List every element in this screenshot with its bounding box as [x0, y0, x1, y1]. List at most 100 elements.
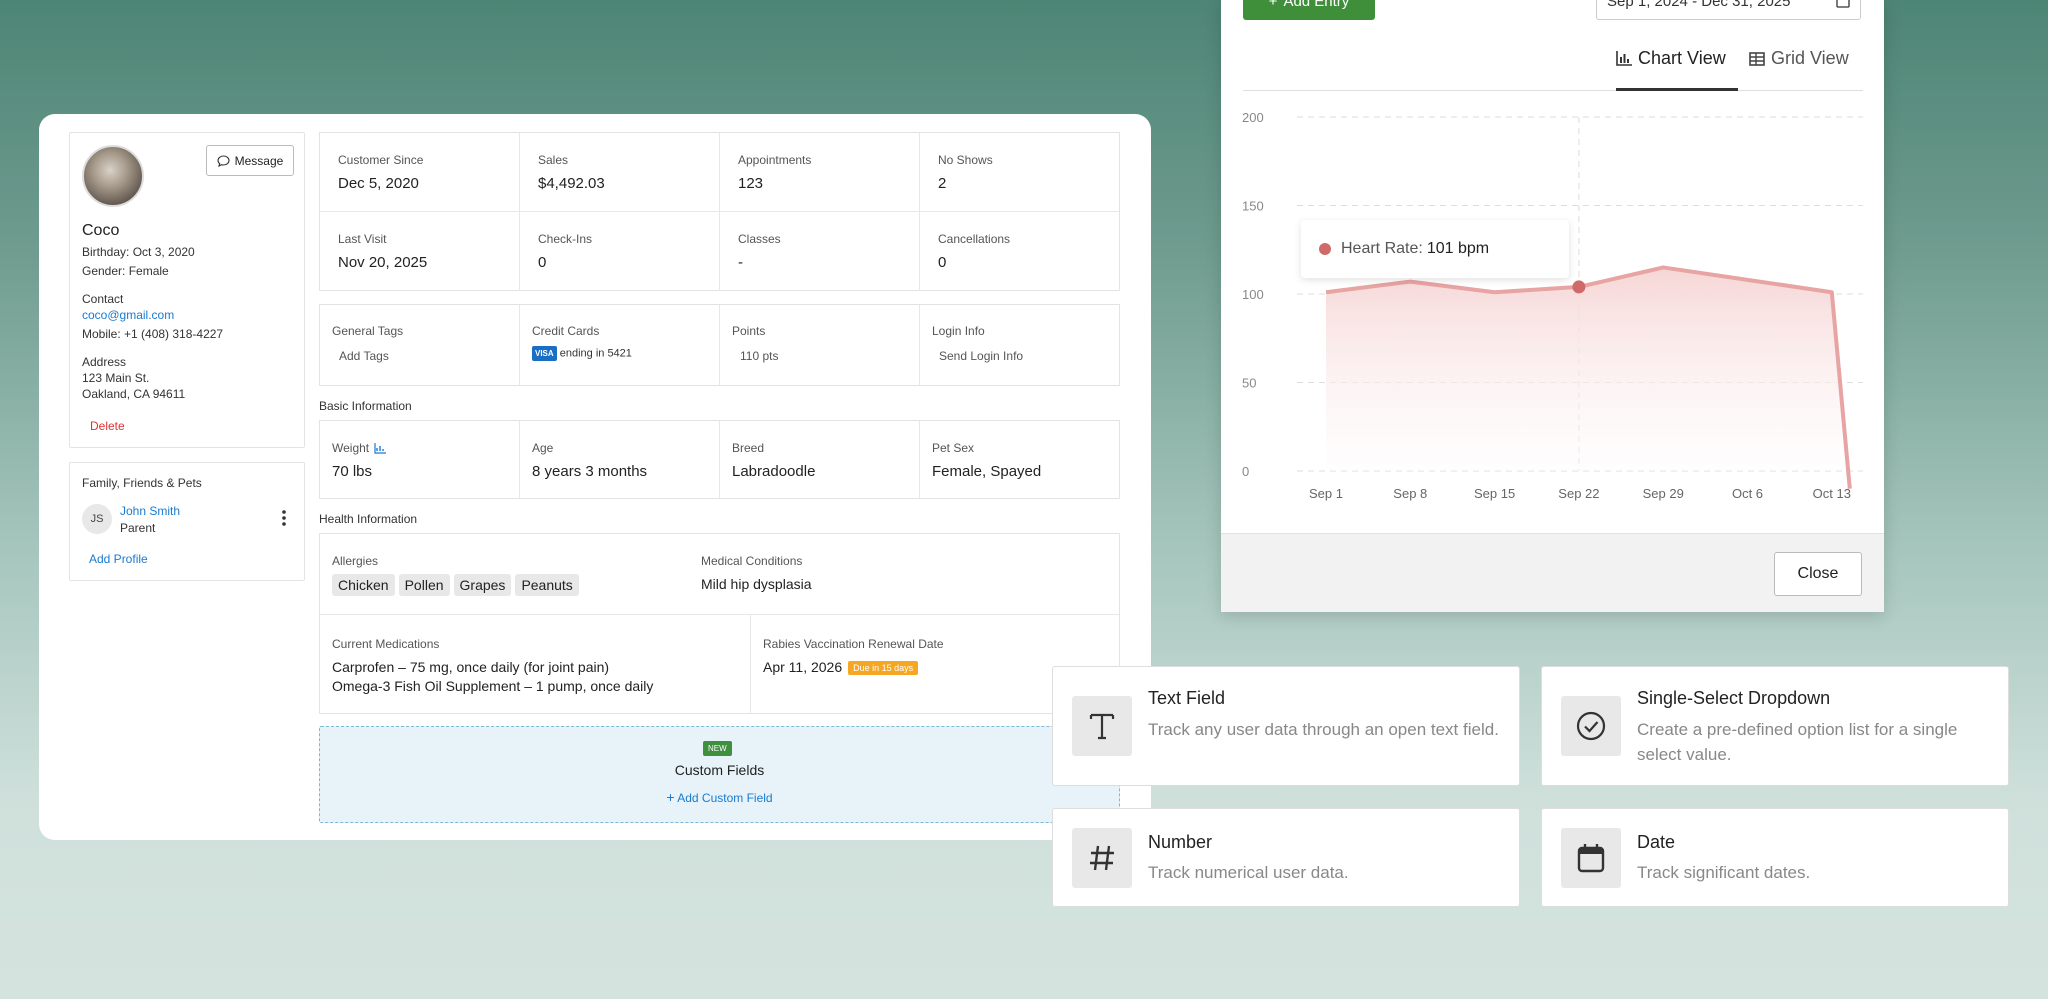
health-info-grid: Allergies Chicken Pollen Grapes Peanuts Med… [319, 533, 1120, 714]
field-type-date[interactable]: Date Track significant dates. [1541, 808, 2009, 907]
member-initials-avatar: JS [82, 504, 112, 534]
stat-label: Cancellations [938, 232, 1011, 246]
check-circle-icon [1561, 696, 1621, 756]
x-tick-label: Oct 6 [1732, 486, 1763, 501]
stat-last-visit: Last Visit Nov 20, 2025 [320, 212, 520, 291]
send-login-link[interactable]: Send Login Info [939, 349, 1023, 363]
points-label: Points [732, 324, 766, 338]
login-info-label: Login Info [932, 324, 985, 338]
custom-fields-box: NEW Custom Fields + Add Custom Field [319, 726, 1120, 823]
pet-sex-cell: Pet Sex Female, Spayed [920, 421, 1119, 498]
field-type-title: Number [1148, 832, 1213, 852]
contact-heading: Contact [82, 292, 124, 306]
field-type-number[interactable]: Number Track numerical user data. [1052, 808, 1520, 907]
field-type-desc: Track significant dates. [1637, 863, 1811, 882]
stat-customer-since: Customer Since Dec 5, 2020 [320, 133, 520, 212]
y-tick-label: 100 [1242, 287, 1264, 302]
medications-cell: Current Medications Carprofen – 75 mg, o… [320, 615, 751, 713]
allergy-tag: Grapes [453, 574, 512, 596]
close-button[interactable]: Close [1774, 552, 1862, 596]
tab-grid-label: Grid View [1771, 48, 1849, 68]
due-badge: Due in 15 days [848, 661, 919, 676]
card-ending: ending in 5421 [559, 347, 632, 360]
stat-sales: Sales $4,492.03 [520, 133, 720, 212]
pet-name: Coco [82, 222, 120, 239]
delete-link[interactable]: Delete [90, 419, 125, 433]
field-type-text[interactable]: Text Field Track any user data through a… [1052, 666, 1520, 786]
allergies-row: Allergies Chicken Pollen Grapes Peanuts Med… [320, 534, 1119, 615]
tooltip-label: Heart Rate: [1341, 240, 1423, 257]
more-options-icon[interactable] [282, 510, 286, 526]
stat-no-shows: No Shows 2 [920, 133, 1119, 212]
stat-label: Appointments [738, 153, 812, 167]
weight-label: Weight [332, 441, 387, 455]
active-tab-indicator [1616, 88, 1738, 91]
field-type-desc: Track any user data through an open text… [1148, 720, 1499, 739]
field-type-title: Text Field [1148, 688, 1226, 708]
tab-grid-view[interactable]: Grid View [1749, 48, 1849, 69]
allergy-tags: Chicken Pollen Grapes Peanuts [332, 574, 583, 596]
account-info-row: General Tags Add Tags Credit Cards VISA … [319, 304, 1120, 386]
allergy-tag: Peanuts [515, 574, 579, 596]
weight-chart-icon[interactable] [374, 443, 387, 454]
weight-cell: Weight 70 lbs [320, 421, 520, 498]
credit-cards-cell: Credit Cards VISA ending in 5421 [520, 305, 720, 385]
add-custom-field-link[interactable]: + Add Custom Field [320, 789, 1119, 805]
allergy-tag: Pollen [398, 574, 450, 596]
points-link[interactable]: 110 pts [740, 349, 778, 363]
allergies-label: Allergies [332, 554, 379, 568]
y-tick-label: 50 [1242, 376, 1256, 391]
add-entry-button[interactable]: + Add Entry [1243, 0, 1375, 20]
message-button[interactable]: Message [206, 145, 294, 176]
stat-label: Classes [738, 232, 781, 246]
basic-info-grid: Weight 70 lbs Age 8 years 3 months Breed… [319, 420, 1120, 499]
x-tick-label: Sep 29 [1643, 486, 1684, 501]
stat-value: $4,492.03 [538, 175, 605, 192]
date-range-picker[interactable]: Sep 1, 2024 - Dec 31, 2025 [1596, 0, 1861, 20]
health-info-heading: Health Information [319, 512, 418, 526]
field-type-desc: Track numerical user data. [1148, 863, 1349, 882]
health-metric-modal: + Add Entry Sep 1, 2024 - Dec 31, 2025 C… [1221, 0, 1884, 612]
tab-chart-view[interactable]: Chart View [1616, 48, 1726, 69]
weight-label-text: Weight [332, 441, 370, 455]
x-tick-label: Sep 1 [1309, 486, 1343, 501]
stat-label: No Shows [938, 153, 993, 167]
pet-sex-value: Female, Spayed [932, 463, 1042, 480]
rabies-date-text: Apr 11, 2026 [763, 659, 843, 675]
visa-icon: VISA [532, 346, 557, 361]
breed-cell: Breed Labradoodle [720, 421, 920, 498]
modal-footer: Close [1221, 533, 1884, 612]
highlight-point [1572, 280, 1586, 294]
custom-fields-title: Custom Fields [674, 762, 765, 778]
stat-value: - [738, 254, 743, 271]
basic-info-heading: Basic Information [319, 399, 412, 413]
stat-value: 0 [938, 254, 947, 271]
points-cell: Points 110 pts [720, 305, 920, 385]
tab-chart-label: Chart View [1638, 48, 1726, 68]
login-info-cell: Login Info Send Login Info [920, 305, 1119, 385]
message-button-label: Message [234, 153, 284, 168]
medication-1: Carprofen – 75 mg, once daily (for joint… [332, 659, 610, 675]
stat-value: 0 [538, 254, 547, 271]
stat-value: 2 [938, 175, 947, 192]
stat-check-ins: Check-Ins 0 [520, 212, 720, 291]
table-icon [1749, 51, 1765, 66]
weight-value: 70 lbs [332, 463, 373, 480]
credit-cards-label: Credit Cards [532, 324, 600, 338]
stat-appointments: Appointments 123 [720, 133, 920, 212]
hash-icon [1072, 828, 1132, 888]
y-tick-label: 200 [1242, 110, 1264, 125]
field-type-single-select[interactable]: Single-Select Dropdown Create a pre-defi… [1541, 666, 2009, 786]
age-cell: Age 8 years 3 months [520, 421, 720, 498]
calendar-icon [1561, 828, 1621, 888]
series-area [1326, 267, 1850, 489]
address-line-2: Oakland, CA 94611 [82, 387, 186, 401]
member-name-link[interactable]: John Smith [120, 504, 180, 518]
member-role: Parent [120, 521, 156, 535]
email-link[interactable]: coco@gmail.com [82, 308, 174, 322]
add-tags-link[interactable]: Add Tags [339, 349, 389, 363]
x-tick-label: Sep 15 [1474, 486, 1515, 501]
add-profile-link[interactable]: Add Profile [89, 552, 148, 566]
x-tick-label: Sep 8 [1393, 486, 1427, 501]
age-value: 8 years 3 months [532, 463, 648, 480]
